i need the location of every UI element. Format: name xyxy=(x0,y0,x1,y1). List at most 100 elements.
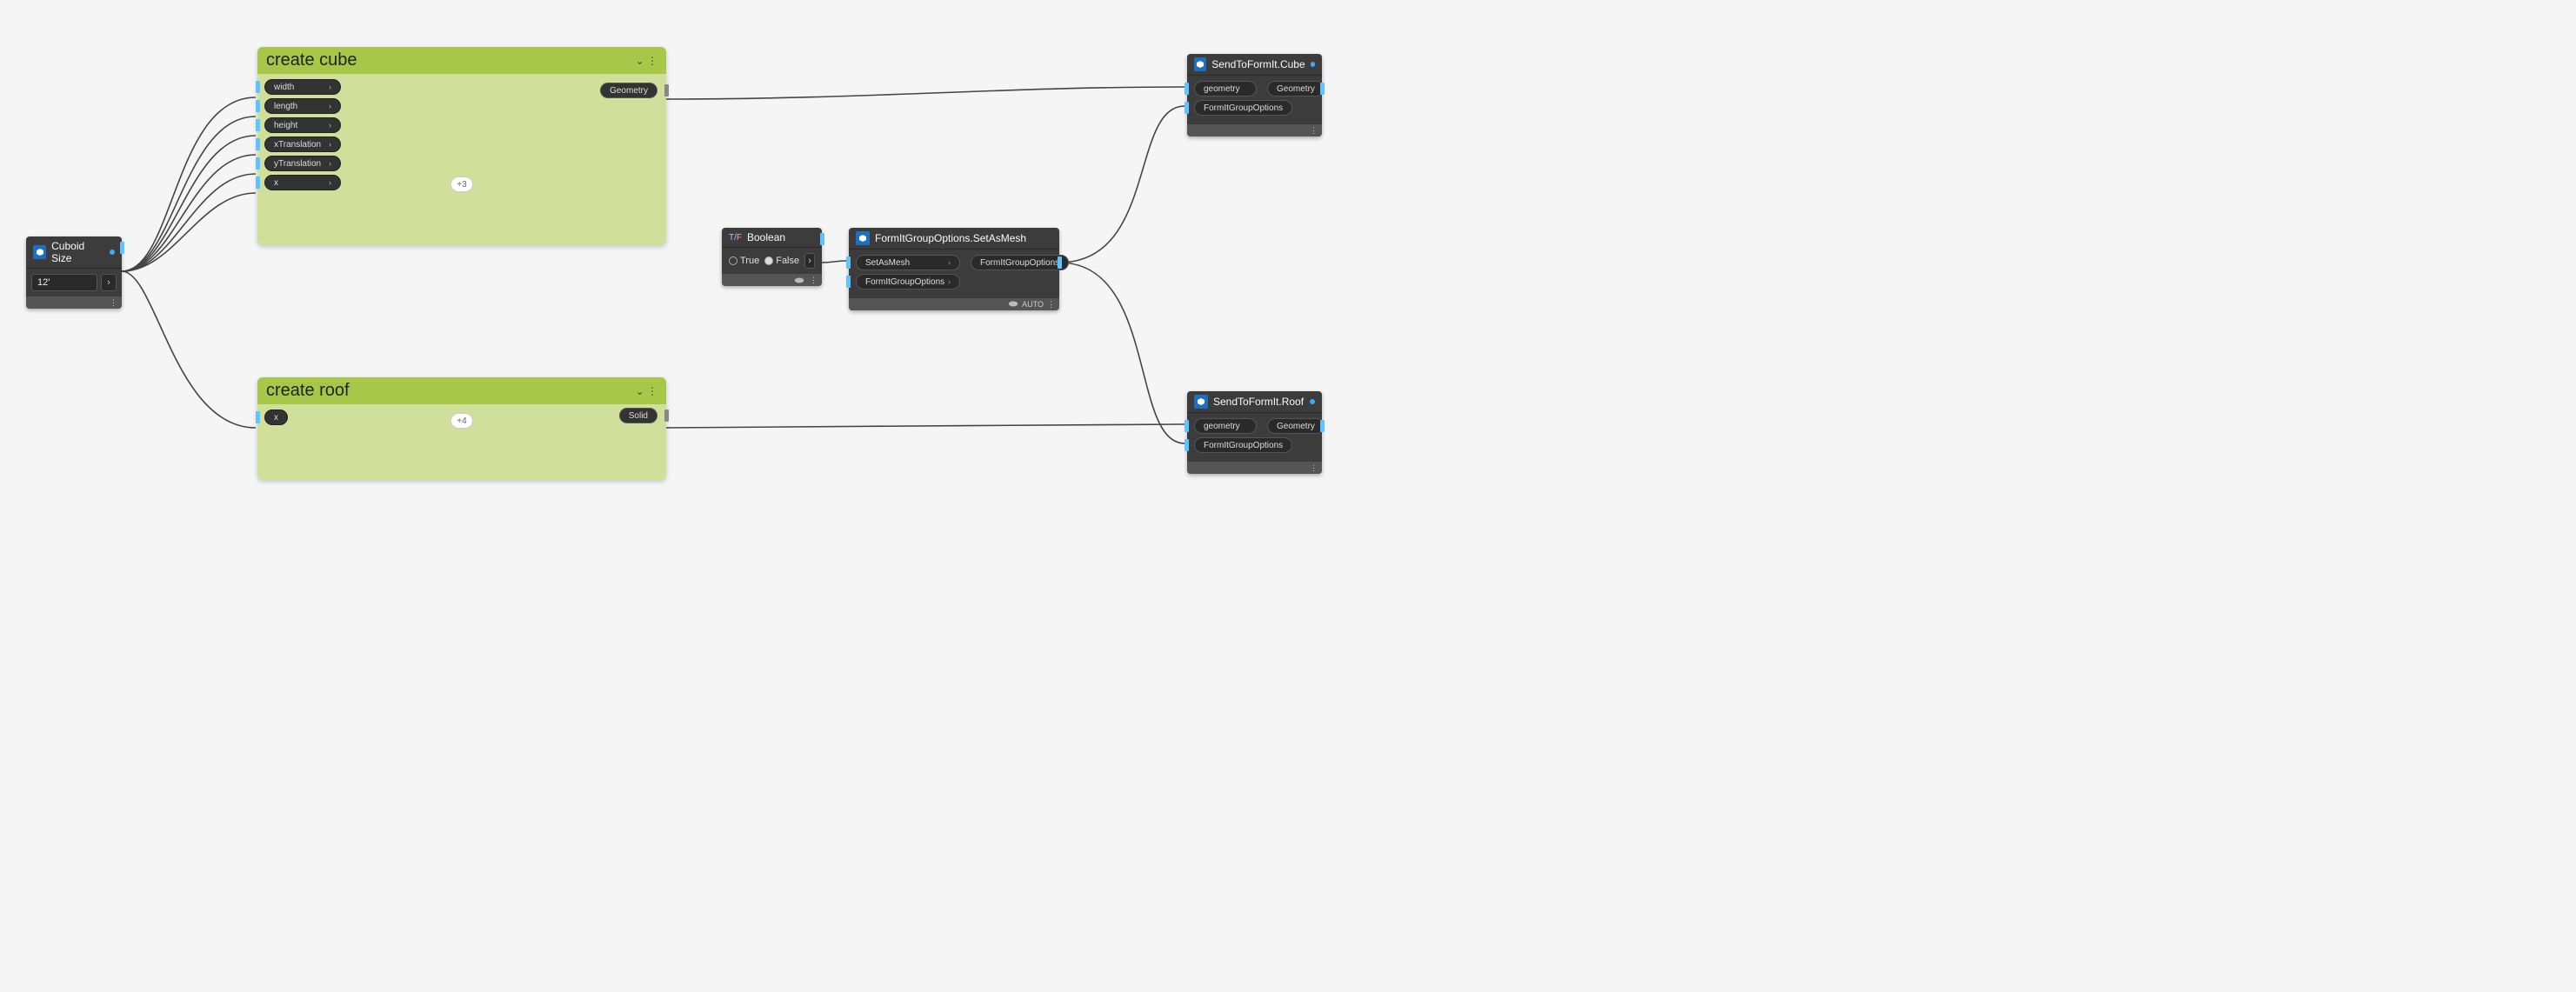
input-label: SetAsMesh xyxy=(865,258,910,268)
input-port-setasmesh[interactable]: SetAsMesh› FormItGroupOptions xyxy=(856,255,1052,270)
collapse-icon[interactable]: ⌄ ⋮ xyxy=(636,55,657,67)
output-chevron-icon[interactable]: › xyxy=(101,274,117,291)
port-slot[interactable] xyxy=(256,81,260,93)
input-label: FormItGroupOptions xyxy=(1194,437,1292,453)
radio-false[interactable]: False xyxy=(764,256,799,266)
port-slot[interactable] xyxy=(256,138,260,150)
input-port-ytranslation[interactable]: yTranslation › xyxy=(264,156,659,171)
node-boolean[interactable]: T/F Boolean True False › ⋮ xyxy=(722,228,822,286)
output-port[interactable] xyxy=(120,242,124,254)
cuboid-value-input[interactable] xyxy=(31,274,97,291)
status-dot-icon xyxy=(110,250,115,255)
chevron-right-icon: › xyxy=(329,159,331,168)
input-label: FormItGroupOptions xyxy=(1194,100,1292,116)
input-port-formitgroupoptions[interactable]: FormItGroupOptions › xyxy=(856,274,1052,290)
node-title: Cuboid Size xyxy=(51,240,104,264)
output-port[interactable] xyxy=(1058,256,1062,269)
output-port[interactable] xyxy=(1320,420,1325,432)
input-label: FormItGroupOptions xyxy=(865,277,944,287)
status-dot-icon xyxy=(1310,399,1315,404)
node-footer: AUTO ⋮ xyxy=(849,298,1059,310)
port-slot[interactable] xyxy=(846,276,851,288)
input-label: xTranslation xyxy=(274,140,321,150)
boolean-icon: T/F xyxy=(729,233,742,243)
node-footer: ⋮ xyxy=(722,274,822,286)
node-footer: ⋮ xyxy=(1187,124,1322,136)
input-port-height[interactable]: height › xyxy=(264,117,659,133)
more-inputs-badge[interactable]: +4 xyxy=(450,413,473,429)
output-chevron-icon[interactable]: › xyxy=(804,253,815,269)
input-label: x xyxy=(274,413,278,423)
node-cuboid-size[interactable]: Cuboid Size › ⋮ xyxy=(26,236,122,309)
port-slot[interactable] xyxy=(256,100,260,112)
radio-true[interactable]: True xyxy=(729,256,759,266)
output-port-solid[interactable]: Solid xyxy=(619,408,657,423)
preview-eye-icon[interactable] xyxy=(794,276,804,284)
input-port-xtranslation[interactable]: xTranslation › xyxy=(264,136,659,152)
output-label: Geometry xyxy=(600,83,657,98)
node-title: SendToFormIt.Cube xyxy=(1211,58,1305,70)
group-create-cube[interactable]: create cube ⌄ ⋮ width › length › height › x… xyxy=(257,47,666,245)
chevron-right-icon: › xyxy=(329,102,331,110)
input-port-geometry[interactable]: geometry Geometry xyxy=(1194,418,1315,434)
dynamo-icon xyxy=(33,245,46,259)
port-slot[interactable] xyxy=(1185,420,1189,432)
port-slot[interactable] xyxy=(664,409,669,422)
input-port-formitgroupoptions[interactable]: FormItGroupOptions xyxy=(1194,100,1315,116)
menu-dots-icon[interactable]: ⋮ xyxy=(1310,126,1317,136)
menu-dots-icon[interactable]: ⋮ xyxy=(110,298,117,308)
port-slot[interactable] xyxy=(256,176,260,189)
chevron-right-icon: › xyxy=(948,258,951,267)
port-slot[interactable] xyxy=(1185,102,1189,114)
collapse-icon[interactable]: ⌄ ⋮ xyxy=(636,385,657,397)
input-label: width xyxy=(274,83,294,92)
input-port-formitgroupoptions[interactable]: FormItGroupOptions xyxy=(1194,437,1315,453)
node-send-cube[interactable]: SendToFormIt.Cube geometry Geometry Form… xyxy=(1187,54,1322,136)
node-title: Boolean xyxy=(747,231,785,243)
port-slot[interactable] xyxy=(846,256,851,269)
menu-dots-icon[interactable]: ⋮ xyxy=(1310,463,1317,473)
output-port[interactable] xyxy=(820,233,824,245)
more-inputs-badge[interactable]: +3 xyxy=(450,176,473,192)
node-send-roof[interactable]: SendToFormIt.Roof geometry Geometry Form… xyxy=(1187,391,1322,474)
group-title: create cube xyxy=(266,50,357,70)
radio-label: False xyxy=(776,256,799,266)
dynamo-icon xyxy=(1194,395,1208,409)
group-create-roof[interactable]: create roof ⌄ ⋮ x Solid +4 xyxy=(257,377,666,480)
node-set-as-mesh[interactable]: FormItGroupOptions.SetAsMesh SetAsMesh› … xyxy=(849,228,1059,310)
port-slot[interactable] xyxy=(256,157,260,170)
chevron-right-icon: › xyxy=(329,140,331,149)
port-slot[interactable] xyxy=(1185,83,1189,95)
radio-label: True xyxy=(740,256,759,266)
output-label: Geometry xyxy=(1267,418,1325,434)
menu-dots-icon[interactable]: ⋮ xyxy=(810,276,817,285)
node-header: Cuboid Size xyxy=(26,236,122,269)
input-label: length xyxy=(274,102,297,111)
port-slot[interactable] xyxy=(1185,439,1189,451)
node-title: FormItGroupOptions.SetAsMesh xyxy=(875,232,1026,244)
node-title: SendToFormIt.Roof xyxy=(1213,396,1304,408)
node-footer: ⋮ xyxy=(1187,462,1322,474)
input-label: height xyxy=(274,121,297,130)
group-header[interactable]: create cube ⌄ ⋮ xyxy=(257,47,666,74)
port-slot[interactable] xyxy=(256,411,260,423)
node-header: FormItGroupOptions.SetAsMesh xyxy=(849,228,1059,250)
preview-eye-icon[interactable] xyxy=(1008,300,1018,310)
menu-dots-icon[interactable]: ⋮ xyxy=(1047,300,1054,310)
dynamo-icon xyxy=(856,231,870,245)
chevron-right-icon: › xyxy=(948,277,951,286)
group-header[interactable]: create roof ⌄ ⋮ xyxy=(257,377,666,404)
input-label: geometry xyxy=(1194,418,1257,434)
node-footer: ⋮ xyxy=(26,296,122,309)
output-label: Solid xyxy=(619,408,657,423)
input-port-geometry[interactable]: geometry Geometry xyxy=(1194,81,1315,97)
input-label: x xyxy=(274,178,278,188)
output-port-geometry[interactable]: Geometry xyxy=(600,83,657,98)
input-label: yTranslation xyxy=(274,159,321,169)
input-port-length[interactable]: length › xyxy=(264,98,659,114)
output-port[interactable] xyxy=(1320,83,1325,95)
chevron-right-icon: › xyxy=(329,121,331,130)
port-slot[interactable] xyxy=(256,119,260,131)
group-title: create roof xyxy=(266,381,350,401)
port-slot[interactable] xyxy=(664,84,669,97)
